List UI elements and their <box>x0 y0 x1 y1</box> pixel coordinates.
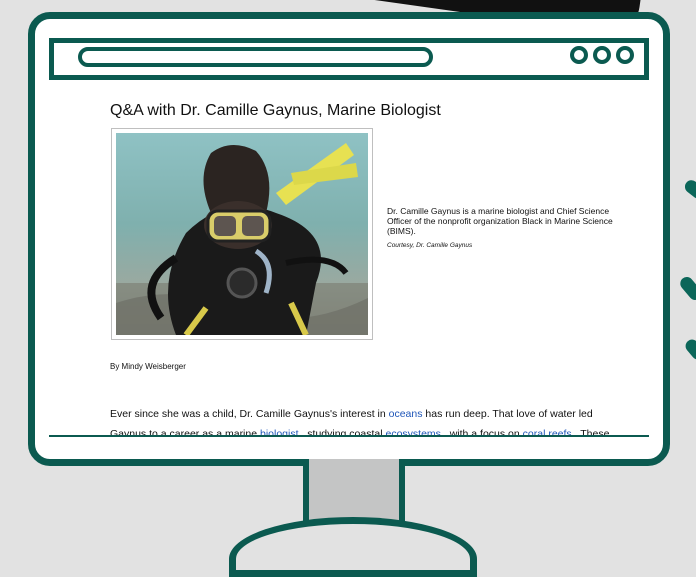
article-body: Ever since she was a child, Dr. Camille … <box>110 404 630 437</box>
photo-credit: Courtesy, Dr. Camille Gaynus <box>387 242 473 249</box>
diver-photo-illustration <box>116 143 368 335</box>
article-figure <box>111 128 373 340</box>
article-byline: By Mindy Weisberger <box>110 362 186 371</box>
body-text-segment: , studying coastal <box>298 427 386 437</box>
photo-caption: Dr. Camille Gaynus is a marine biologist… <box>387 206 613 236</box>
monitor-screen: Q&A with Dr. Camille Gaynus, Marine Biol… <box>28 12 670 466</box>
window-controls <box>570 46 634 64</box>
link-oceans[interactable]: oceans <box>389 408 423 420</box>
window-dot-icon[interactable] <box>570 46 588 64</box>
decorative-dash <box>682 177 696 202</box>
decorative-dash <box>677 274 696 303</box>
diver-photo <box>116 133 368 335</box>
address-bar[interactable] <box>78 47 433 67</box>
window-dot-icon[interactable] <box>616 46 634 64</box>
article-page[interactable]: Q&A with Dr. Camille Gaynus, Marine Biol… <box>49 80 649 437</box>
article-title: Q&A with Dr. Camille Gaynus, Marine Biol… <box>110 102 441 119</box>
body-text-segment: , with a focus on <box>440 427 523 437</box>
monitor-neck <box>303 459 405 522</box>
browser-toolbar <box>49 38 649 80</box>
body-text-segment: . These <box>571 427 610 437</box>
link-biologist[interactable]: biologist <box>260 428 299 436</box>
link-ecosystems[interactable]: ecosystems <box>386 428 441 436</box>
monitor-base <box>229 517 477 577</box>
link-coral-reefs[interactable]: coral reefs <box>523 428 572 436</box>
window-dot-icon[interactable] <box>593 46 611 64</box>
decorative-dash <box>682 336 696 363</box>
body-text-segment: Ever since she was a child, Dr. Camille … <box>110 407 389 420</box>
